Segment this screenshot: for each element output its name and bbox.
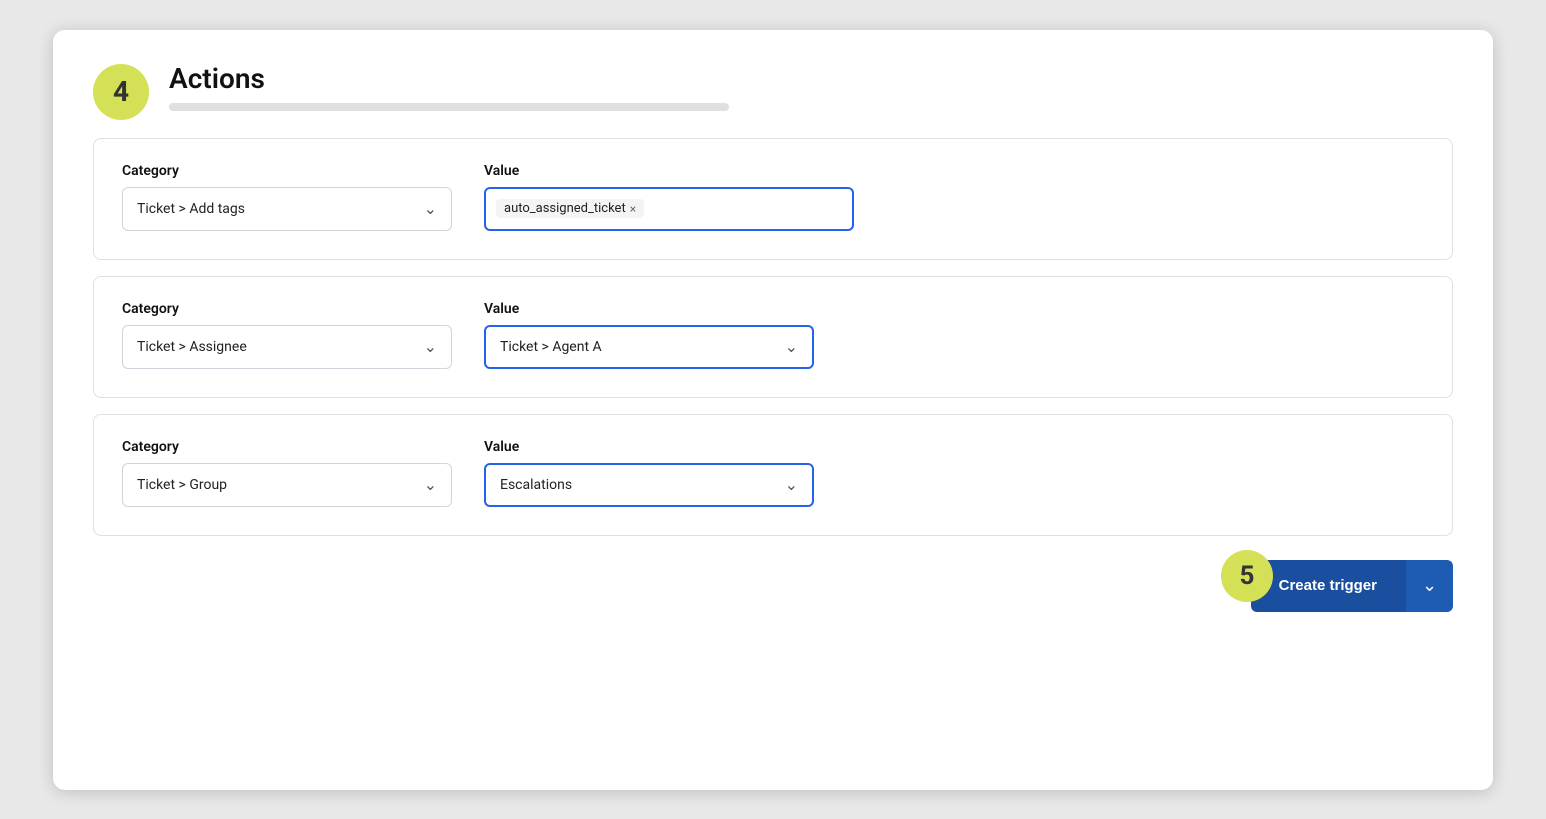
create-trigger-group: Create trigger ⌄ [1251, 560, 1453, 612]
action-row-1: Category Ticket > Add tags ⌄ Value auto_… [93, 138, 1453, 260]
value-col-2: Value Ticket > Agent A ⌄ [484, 301, 814, 369]
step-5-badge: 5 [1221, 550, 1273, 602]
category-dropdown-3[interactable]: Ticket > Group ⌄ [122, 463, 452, 507]
category-col-3: Category Ticket > Group ⌄ [122, 439, 452, 507]
chevron-down-icon-val-2: ⌄ [785, 337, 798, 356]
chevron-down-icon-3: ⌄ [424, 475, 437, 494]
category-col-1: Category Ticket > Add tags ⌄ [122, 163, 452, 231]
chevron-down-icon-1: ⌄ [424, 199, 437, 218]
action-row-2: Category Ticket > Assignee ⌄ Value Ticke… [93, 276, 1453, 398]
page-title: Actions [169, 62, 1453, 95]
value-col-3: Value Escalations ⌄ [484, 439, 814, 507]
value-dropdown-3-value: Escalations [500, 477, 572, 493]
field-group-2: Category Ticket > Assignee ⌄ Value Ticke… [122, 301, 1424, 369]
category-dropdown-3-value: Ticket > Group [137, 477, 227, 493]
field-group-3: Category Ticket > Group ⌄ Value Escalati… [122, 439, 1424, 507]
category-col-2: Category Ticket > Assignee ⌄ [122, 301, 452, 369]
category-dropdown-1[interactable]: Ticket > Add tags ⌄ [122, 187, 452, 231]
progress-bar-container [169, 103, 729, 111]
create-trigger-button[interactable]: Create trigger [1251, 560, 1405, 612]
tag-chip-1: auto_assigned_ticket × [496, 199, 644, 218]
chevron-down-icon-btn: ⌄ [1422, 575, 1437, 596]
step-4-badge: 4 [93, 64, 149, 120]
value-col-1: Value auto_assigned_ticket × [484, 163, 854, 231]
tag-chip-1-close[interactable]: × [630, 202, 636, 216]
action-row-3: Category Ticket > Group ⌄ Value Escalati… [93, 414, 1453, 536]
value-label-3: Value [484, 439, 814, 455]
category-dropdown-1-value: Ticket > Add tags [137, 201, 245, 217]
field-group-1: Category Ticket > Add tags ⌄ Value auto_… [122, 163, 1424, 231]
category-label-2: Category [122, 301, 452, 317]
tag-chip-1-text: auto_assigned_ticket [504, 201, 626, 216]
chevron-down-icon-val-3: ⌄ [785, 475, 798, 494]
create-trigger-dropdown-button[interactable]: ⌄ [1405, 560, 1453, 612]
value-label-2: Value [484, 301, 814, 317]
value-dropdown-2-value: Ticket > Agent A [500, 339, 602, 355]
category-dropdown-2-value: Ticket > Assignee [137, 339, 247, 355]
bottom-row: 5 Create trigger ⌄ [93, 560, 1453, 612]
chevron-down-icon-2: ⌄ [424, 337, 437, 356]
header-text-col: Actions [169, 62, 1453, 111]
header-row: 4 Actions [93, 62, 1453, 120]
value-dropdown-2[interactable]: Ticket > Agent A ⌄ [484, 325, 814, 369]
value-dropdown-3[interactable]: Escalations ⌄ [484, 463, 814, 507]
value-label-1: Value [484, 163, 854, 179]
tag-input-1[interactable]: auto_assigned_ticket × [484, 187, 854, 231]
actions-area: Category Ticket > Add tags ⌄ Value auto_… [93, 138, 1453, 536]
category-label-1: Category [122, 163, 452, 179]
main-card: 4 Actions Category Ticket > Add tags ⌄ V… [53, 30, 1493, 790]
category-label-3: Category [122, 439, 452, 455]
category-dropdown-2[interactable]: Ticket > Assignee ⌄ [122, 325, 452, 369]
progress-bar-fill [169, 103, 729, 111]
